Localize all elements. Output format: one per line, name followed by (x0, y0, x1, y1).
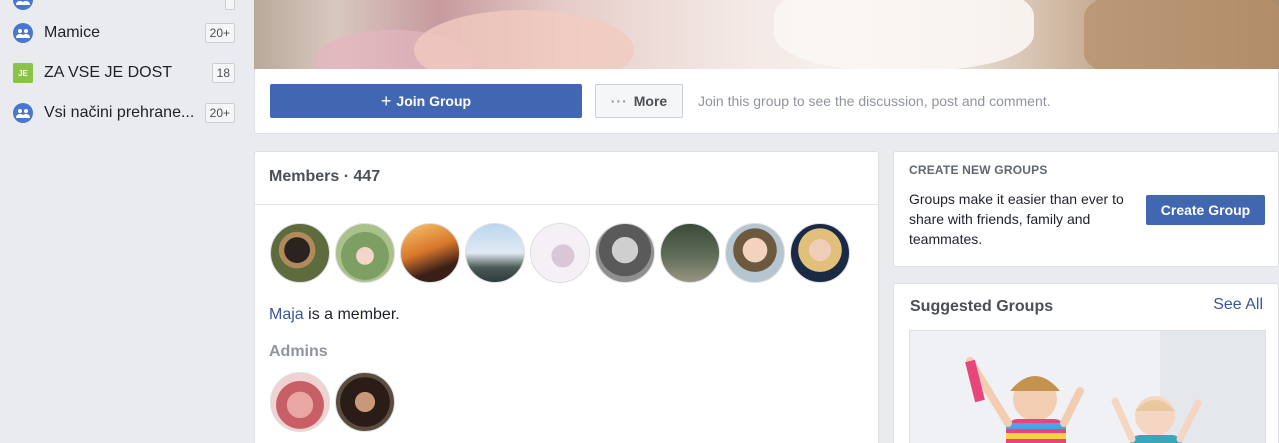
more-button[interactable]: ··· More (595, 84, 683, 118)
group-action-bar: + Join Group ··· More Join this group to… (254, 69, 1279, 134)
member-line-suffix: is a member. (303, 306, 400, 323)
sidebar-item-mamice[interactable]: Mamice 20+ (0, 13, 254, 53)
suggested-groups-card: Suggested Groups See All (893, 283, 1279, 443)
more-dots-icon: ··· (610, 93, 628, 109)
sidebar-item-badge (225, 0, 235, 10)
group-square-icon: JE (13, 63, 33, 83)
left-sidebar: Mamice 20+ JE ZA VSE JE DOST 18 Vsi nači… (0, 0, 254, 443)
avatar[interactable] (400, 223, 460, 283)
group-icon (13, 103, 33, 123)
plus-icon: + (380, 91, 392, 111)
avatar[interactable] (465, 223, 525, 283)
admins-title: Admins (269, 343, 328, 360)
suggested-group-image[interactable] (909, 330, 1266, 443)
sidebar-item-label: Mamice (44, 24, 101, 41)
friend-name-link[interactable]: Maja (269, 306, 304, 323)
see-all-link[interactable]: See All (1213, 296, 1263, 314)
sidebar-item-badge: 20+ (204, 23, 235, 43)
join-group-label: Join Group (396, 93, 472, 109)
avatar[interactable] (270, 223, 330, 283)
suggested-groups-title: Suggested Groups (910, 298, 1054, 315)
admin-avatar[interactable] (270, 372, 330, 432)
admin-avatar[interactable] (335, 372, 395, 432)
join-group-button[interactable]: + Join Group (270, 84, 582, 118)
more-label: More (633, 93, 668, 109)
avatar[interactable] (790, 223, 850, 283)
members-header: Members · 447 (255, 152, 878, 205)
avatar[interactable] (660, 223, 720, 283)
sidebar-item-vsi-nacini[interactable]: Vsi načini prehrane... 20+ (0, 93, 254, 133)
avatar[interactable] (595, 223, 655, 283)
join-hint-text: Join this group to see the discussion, p… (698, 93, 1051, 109)
members-card: Members · 447 Maja is a member. Admins (254, 151, 879, 443)
member-avatars (270, 223, 850, 283)
create-groups-heading: CREATE NEW GROUPS (909, 163, 1048, 177)
member-friend-line: Maja is a member. (269, 306, 400, 324)
group-icon (13, 23, 33, 43)
children-illustration (910, 331, 1265, 443)
sidebar-item-badge: 20+ (204, 103, 235, 123)
group-icon (13, 0, 33, 10)
group-cover-photo (254, 0, 1279, 70)
create-groups-description: Groups make it easier than ever to share… (909, 191, 1124, 247)
sidebar-item-za-vse-je-dost[interactable]: JE ZA VSE JE DOST 18 (0, 53, 254, 93)
members-title[interactable]: Members · 447 (269, 168, 380, 186)
sidebar-item-badge: 18 (211, 63, 235, 83)
admin-avatars (270, 372, 395, 432)
avatar[interactable] (725, 223, 785, 283)
avatar[interactable] (530, 223, 590, 283)
sidebar-item-label: ZA VSE JE DOST (44, 64, 173, 81)
sidebar-item-label: Vsi načini prehrane... (44, 104, 195, 121)
avatar[interactable] (335, 223, 395, 283)
create-group-button[interactable]: Create Group (1146, 195, 1265, 225)
create-groups-card: CREATE NEW GROUPS Groups make it easier … (893, 151, 1279, 267)
